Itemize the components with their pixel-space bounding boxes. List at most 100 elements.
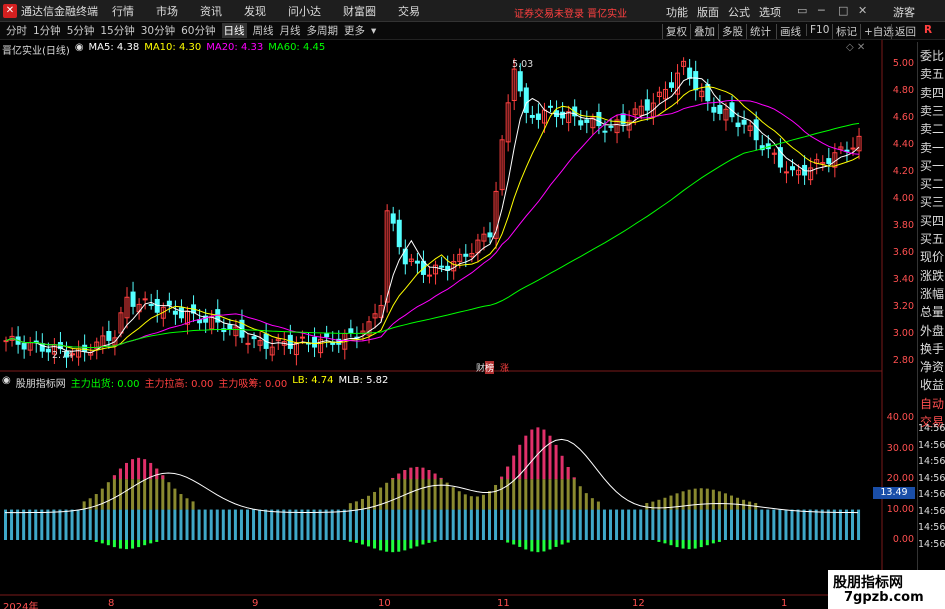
indicator-bar — [233, 509, 237, 540]
indicator-bar — [687, 509, 691, 540]
side-item[interactable]: 买二 — [920, 175, 944, 192]
kline-chart[interactable] — [0, 0, 945, 609]
candle-body — [82, 344, 88, 352]
indicator-neg-bar — [717, 540, 721, 542]
side-item[interactable]: 卖四 — [920, 84, 944, 101]
indicator-bar — [118, 509, 122, 540]
side-item[interactable]: 外盘 — [920, 322, 944, 339]
side-item[interactable]: 换手 — [920, 340, 944, 357]
indicator-neg-bar — [518, 540, 522, 547]
indicator-neg-bar — [669, 540, 673, 546]
badge-bang[interactable]: 榜 — [485, 361, 495, 374]
indicator-bar — [451, 509, 455, 540]
ma5-label: MA5: 4.38 — [88, 42, 140, 53]
indicator-bar — [723, 509, 727, 540]
indicator-bar — [354, 509, 358, 540]
side-item[interactable]: 买一 — [920, 157, 944, 174]
side-item[interactable]: 委比 — [920, 47, 944, 64]
indicator-bar — [572, 477, 576, 480]
indicator-bar — [693, 509, 697, 540]
indicator-bar — [342, 509, 346, 540]
indicator-bar — [736, 509, 740, 540]
indicator-bar — [16, 509, 20, 540]
indicator-neg-bar — [379, 540, 383, 551]
indicator-bar — [348, 503, 352, 510]
indicator-bar — [463, 509, 467, 540]
side-item[interactable]: 卖一 — [920, 139, 944, 156]
indicator-bar — [125, 509, 128, 540]
indicator-bar — [76, 509, 80, 540]
indicator-bar — [488, 491, 491, 510]
indicator-bar — [439, 509, 443, 540]
indicator-tick: 30.00 — [886, 442, 914, 454]
candle-body — [348, 328, 354, 334]
indicator-bar — [403, 470, 407, 480]
candle-body — [130, 291, 136, 307]
side-item[interactable]: 涨跌 — [920, 267, 944, 284]
side-item[interactable]: 卖二 — [920, 120, 944, 137]
indicator-tick: 20.00 — [886, 473, 914, 485]
side-item[interactable]: 现价 — [920, 248, 944, 265]
side-item[interactable]: 收益 — [920, 376, 944, 393]
candle-body — [560, 111, 566, 119]
candle-body — [584, 119, 590, 123]
stock-title[interactable]: 晋亿实业(日线) — [2, 42, 70, 57]
price-tick: 3.60 — [892, 246, 914, 258]
indicator-bar — [730, 509, 733, 540]
side-time: 14:56 — [918, 439, 945, 451]
side-item[interactable]: 卖三 — [920, 102, 944, 119]
indicator-neg-bar — [112, 540, 116, 548]
settings-icon[interactable]: ◉ — [75, 42, 84, 56]
side-item[interactable]: 买三 — [920, 193, 944, 210]
candle-body — [735, 122, 741, 128]
indicator-bar — [385, 509, 389, 540]
watermark: 股朋指标网 7gpzb.com — [828, 570, 945, 609]
indicator-neg-bar — [125, 540, 128, 550]
indicator-bar — [221, 509, 225, 540]
watermark-line1: 股朋指标网 — [833, 575, 903, 591]
expand-icon[interactable]: ◇ ✕ — [846, 42, 865, 53]
side-item[interactable]: 买四 — [920, 212, 944, 229]
indicator-bar — [433, 473, 437, 480]
indicator-bar — [560, 479, 564, 510]
indicator-bar — [173, 488, 177, 510]
indicator-neg-bar — [506, 540, 510, 543]
side-item[interactable]: 卖五 — [920, 65, 944, 82]
indicator-neg-bar — [421, 540, 425, 545]
price-tick: 4.60 — [892, 111, 914, 123]
indicator-bar — [481, 509, 485, 540]
side-item[interactable]: 涨幅 — [920, 285, 944, 302]
indicator-neg-bar — [560, 540, 564, 545]
ma10-label: MA10: 4.30 — [144, 42, 202, 53]
indicator-bar — [633, 509, 637, 540]
indicator-bar — [457, 509, 461, 540]
indicator-bar — [717, 509, 721, 540]
indicator-neg-bar — [687, 540, 691, 550]
candle-body — [578, 120, 584, 126]
indicator-bar — [324, 509, 328, 540]
side-item[interactable]: 自动 — [920, 395, 944, 412]
indicator-bar — [554, 509, 558, 540]
indicator-bar — [844, 509, 848, 540]
candle-body — [427, 274, 432, 277]
candle-body — [596, 111, 602, 127]
indicator-bar — [179, 509, 183, 540]
side-item[interactable]: 买五 — [920, 230, 944, 247]
badge-zhang[interactable]: 涨 — [500, 361, 509, 374]
side-item[interactable]: 总量 — [920, 303, 944, 320]
indicator-bar — [548, 509, 552, 540]
indicator-bar — [645, 509, 649, 540]
settings-icon[interactable]: ◉ — [2, 375, 11, 389]
indicator-bar — [94, 509, 98, 540]
badge-cai[interactable]: 财 — [476, 361, 485, 374]
indicator-bar — [185, 509, 189, 540]
indicator-bar — [46, 509, 50, 540]
indicator-bar — [736, 497, 740, 510]
side-time: 14:56 — [918, 505, 945, 517]
indicator-bar — [34, 509, 38, 540]
indicator-neg-bar — [512, 540, 516, 545]
side-item[interactable]: 净资 — [920, 358, 944, 375]
indicator-title[interactable]: 股朋指标网 — [16, 375, 66, 390]
indicator-bar — [820, 509, 824, 540]
indicator-bar — [766, 509, 770, 540]
